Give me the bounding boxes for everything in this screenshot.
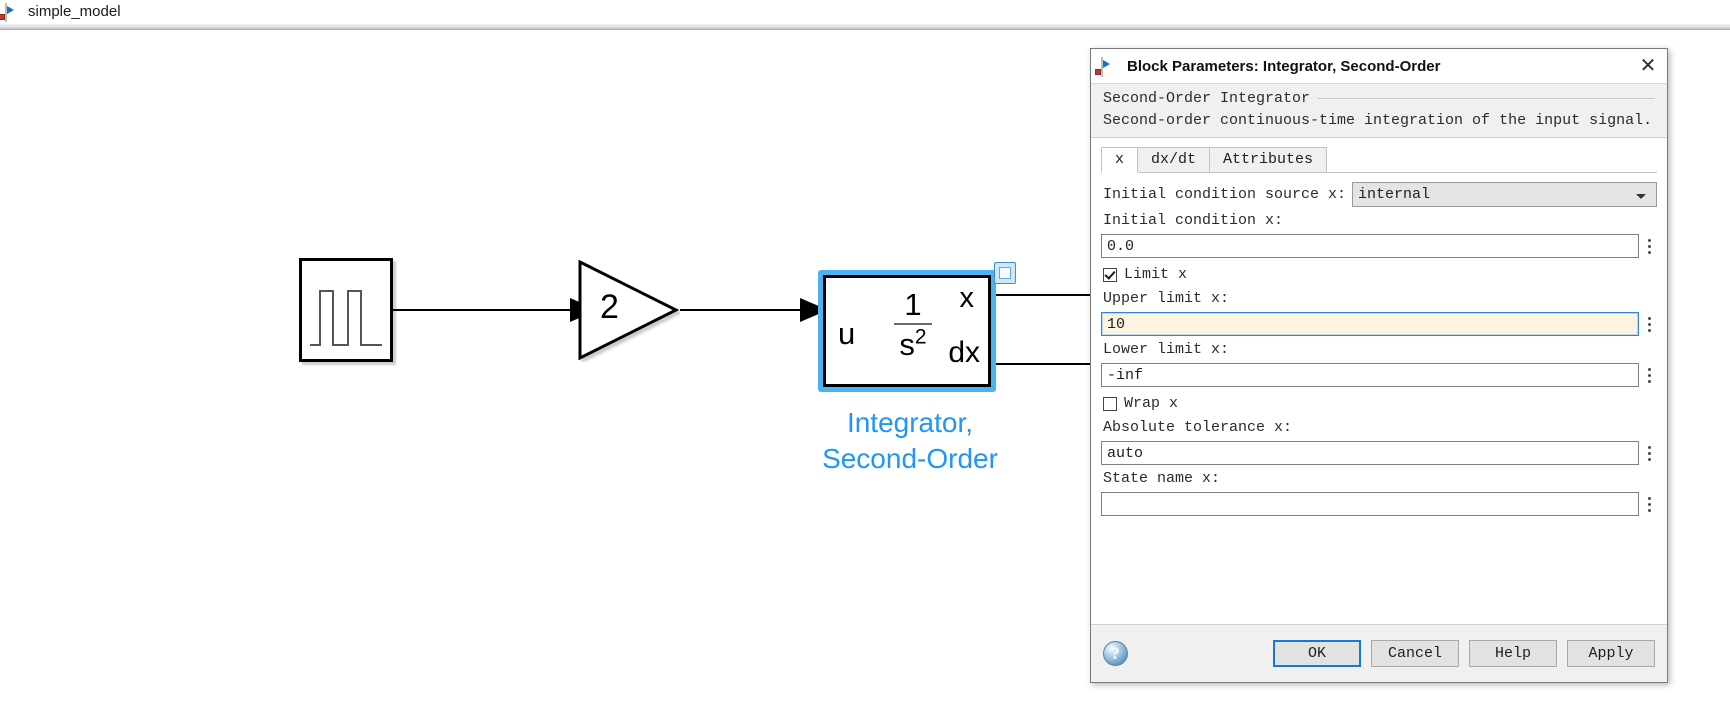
- wrap-x-label: Wrap x: [1124, 395, 1179, 412]
- tf-denominator: s2: [888, 327, 938, 363]
- initial-condition-more-icon[interactable]: [1642, 234, 1657, 258]
- upper-limit-more-icon[interactable]: [1642, 312, 1657, 336]
- state-name-label: State name x:: [1103, 470, 1221, 487]
- pulse-generator-block[interactable]: [299, 258, 393, 362]
- upper-limit-row: [1101, 312, 1657, 336]
- integrator-caption: Integrator, Second-Order: [760, 405, 1060, 477]
- dialog-titlebar: Block Parameters: Integrator, Second-Ord…: [1091, 49, 1667, 84]
- integrator-caption-line1: Integrator,: [846, 407, 974, 438]
- group-title-rule: [1318, 98, 1655, 99]
- gain-value-label: 2: [600, 288, 619, 326]
- absolute-tolerance-input[interactable]: [1101, 441, 1639, 465]
- close-icon[interactable]: ✕: [1633, 52, 1663, 80]
- pulse-waveform-icon: [310, 290, 382, 346]
- dialog-footer: ? OK Cancel Help Apply: [1091, 624, 1667, 682]
- integrator-caption-line2: Second-Order: [822, 443, 998, 474]
- ok-button[interactable]: OK: [1273, 640, 1361, 667]
- help-icon[interactable]: ?: [1103, 641, 1128, 666]
- state-name-input[interactable]: [1101, 492, 1639, 516]
- model-title: simple_model: [28, 3, 121, 20]
- absolute-tolerance-row: [1101, 441, 1657, 465]
- tf-denominator-exponent: 2: [914, 325, 927, 349]
- limit-x-checkbox[interactable]: [1103, 267, 1117, 282]
- block-parameters-dialog: Block Parameters: Integrator, Second-Ord…: [1090, 48, 1668, 683]
- tf-denominator-base: s: [899, 327, 915, 362]
- initial-condition-source-label: Initial condition source x:: [1103, 185, 1347, 203]
- integrator-transfer-function: 1 s2: [888, 288, 938, 363]
- wrap-x-row[interactable]: Wrap x: [1103, 395, 1657, 412]
- lower-limit-row: [1101, 363, 1657, 387]
- description-group-title: Second-Order Integrator: [1103, 90, 1655, 107]
- initial-condition-label: Initial condition x:: [1103, 212, 1284, 229]
- initial-condition-row: [1101, 234, 1657, 258]
- integrator-input-label: u: [838, 316, 856, 351]
- description-group-title-text: Second-Order Integrator: [1103, 90, 1311, 107]
- initial-condition-source-row: Initial condition source x: internal: [1103, 182, 1657, 207]
- model-titlebar: simple_model: [0, 0, 1730, 24]
- lower-limit-input[interactable]: [1101, 363, 1639, 387]
- upper-limit-label: Upper limit x:: [1103, 290, 1230, 307]
- simulink-model-icon: [5, 3, 21, 22]
- tab-x[interactable]: x: [1101, 147, 1139, 173]
- state-name-more-icon[interactable]: [1642, 492, 1657, 516]
- resize-handle[interactable]: [994, 262, 1016, 284]
- tab-dxdt[interactable]: dx/dt: [1137, 147, 1211, 172]
- dialog-title: Block Parameters: Integrator, Second-Ord…: [1127, 57, 1441, 75]
- integrator-output-dx-label: dx: [948, 336, 980, 369]
- app-root: simple_model 2 u 1 s2 x dx Integrator, S…: [0, 0, 1730, 724]
- dialog-description-panel: Second-Order Integrator Second-order con…: [1091, 84, 1667, 138]
- dialog-body: x dx/dt Attributes Initial condition sou…: [1091, 138, 1667, 625]
- lower-limit-more-icon[interactable]: [1642, 363, 1657, 387]
- absolute-tolerance-more-icon[interactable]: [1642, 441, 1657, 465]
- gain-block[interactable]: 2: [576, 258, 680, 362]
- parameter-tabs: x dx/dt Attributes: [1101, 146, 1657, 173]
- state-name-row: [1101, 492, 1657, 516]
- absolute-tolerance-label: Absolute tolerance x:: [1103, 419, 1293, 436]
- integrator-body: u 1 s2 x dx: [823, 275, 991, 387]
- lower-limit-label: Lower limit x:: [1103, 341, 1230, 358]
- help-button[interactable]: Help: [1469, 640, 1557, 667]
- initial-condition-input[interactable]: [1101, 234, 1639, 258]
- limit-x-row[interactable]: Limit x: [1103, 266, 1657, 283]
- integrator-output-x-label: x: [959, 282, 975, 314]
- wrap-x-checkbox[interactable]: [1103, 396, 1117, 411]
- apply-button[interactable]: Apply: [1567, 640, 1655, 667]
- tab-attributes[interactable]: Attributes: [1209, 147, 1328, 172]
- description-text: Second-order continuous-time integration…: [1103, 112, 1653, 129]
- initial-condition-source-select[interactable]: internal: [1352, 182, 1657, 207]
- cancel-button[interactable]: Cancel: [1371, 640, 1459, 667]
- gain-triangle-icon: [578, 259, 680, 361]
- simulink-block-icon: [1101, 56, 1118, 77]
- integrator-block[interactable]: u 1 s2 x dx: [818, 262, 1016, 392]
- limit-x-label: Limit x: [1124, 266, 1188, 283]
- tf-numerator: 1: [904, 287, 922, 322]
- upper-limit-input[interactable]: [1101, 312, 1639, 336]
